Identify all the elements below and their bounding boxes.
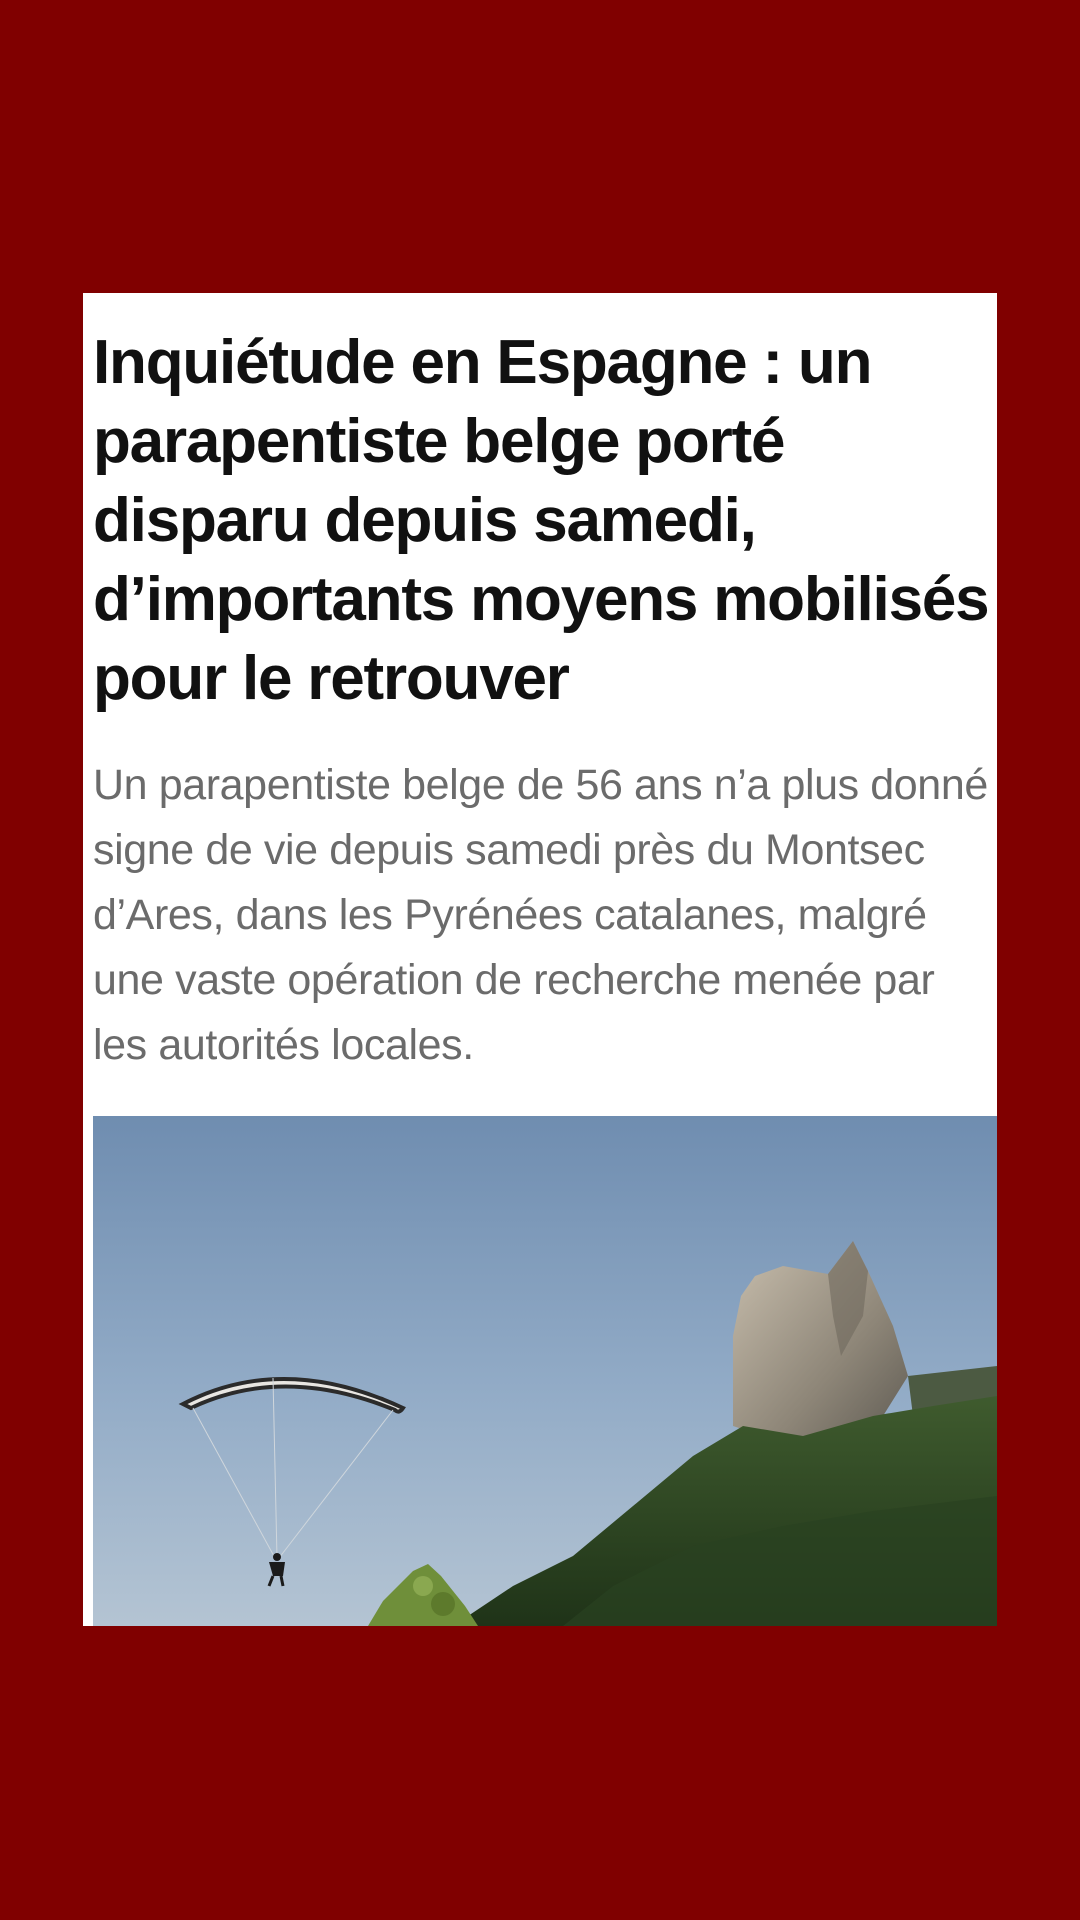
- article-photo: [93, 1116, 997, 1626]
- article-headline: Inquiétude en Espagne : un parapentiste …: [93, 328, 990, 713]
- article-card: Inquiétude en Espagne : un parapentiste …: [83, 293, 997, 1626]
- article-lede: Un parapentiste belge de 56 ans n’a plus…: [93, 761, 988, 1069]
